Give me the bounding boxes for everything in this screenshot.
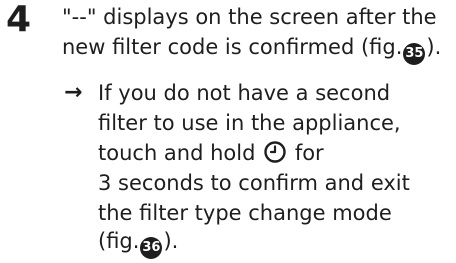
step-number: 4 — [6, 0, 32, 40]
substep-line-6: (fig. 36). — [98, 226, 178, 259]
substep-line-2: filter to use in the appliance, — [98, 108, 401, 138]
substep-text-6-pre: (fig. — [98, 229, 140, 253]
substep-text-6-post: ). — [163, 229, 179, 253]
substep-text-5: the filter type change mode — [98, 201, 392, 225]
substep-line-5: the filter type change mode — [98, 198, 392, 228]
step-text-2-pre: new filter code is confirmed (fig. — [62, 35, 403, 59]
substep-line-1: If you do not have a second — [98, 78, 390, 108]
substep-text-2: filter to use in the appliance, — [98, 111, 401, 135]
figure-35-badge: 35 — [403, 43, 426, 65]
substep-text-3-post: for — [294, 141, 324, 165]
substep-line-4: 3 seconds to confirm and exit — [98, 168, 410, 198]
substep-arrow-icon: → — [64, 80, 83, 105]
substep-text-3-pre: touch and hold — [98, 141, 256, 165]
substep-text-1: If you do not have a second — [98, 81, 391, 105]
step-text-2-post: ). — [426, 35, 442, 59]
step-text-line-1: "--" displays on the screen after the — [62, 2, 437, 32]
timer-icon — [264, 141, 286, 163]
step-text-1: "--" displays on the screen after the — [62, 5, 437, 29]
step-text-line-2: new filter code is confirmed (fig. 35). — [62, 32, 441, 65]
substep-line-3: touch and hold for — [98, 138, 324, 168]
figure-36-badge: 36 — [140, 237, 163, 259]
substep-text-4: 3 seconds to confirm and exit — [98, 171, 410, 195]
